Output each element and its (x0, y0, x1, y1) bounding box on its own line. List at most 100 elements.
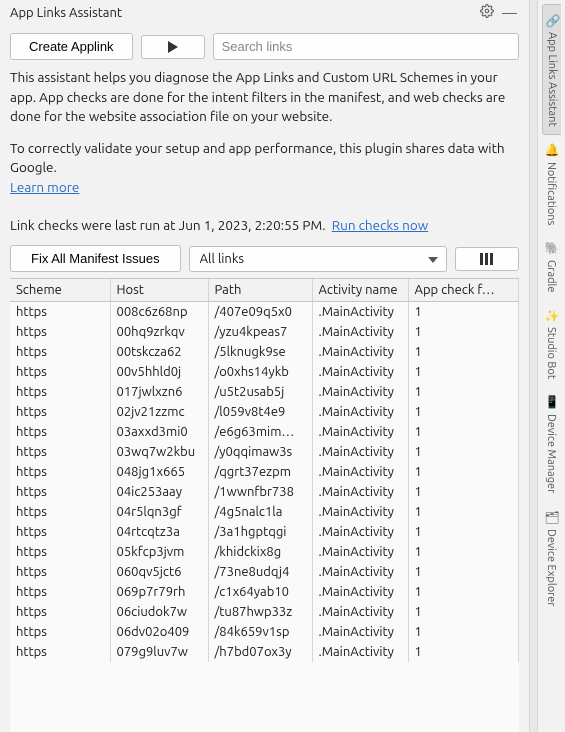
cell-host: 03wq7w2kbu (110, 442, 208, 462)
cell-path: /c1x64yab10 (208, 582, 312, 602)
table-row[interactable]: https00hq9zrkqv/yzu4kpeas7.MainActivity1 (10, 322, 519, 342)
run-button[interactable] (141, 35, 205, 59)
cell-appcheck: 1 (408, 562, 519, 582)
cell-scheme: https (10, 422, 110, 442)
table-row[interactable]: https00tskcza62/5lknugk9se.MainActivity1 (10, 342, 519, 362)
search-input[interactable] (213, 33, 519, 60)
rail-label: Device Manager (545, 414, 557, 493)
fix-manifest-button[interactable]: Fix All Manifest Issues (10, 245, 181, 272)
cell-path: /84k659v1sp (208, 622, 312, 642)
rail-tab-studio-bot[interactable]: ✨Studio Bot (542, 301, 560, 388)
cell-path: /4g5nalc1la (208, 502, 312, 522)
links-filter-dropdown[interactable]: All links (189, 246, 447, 272)
rail-tab-device-explorer[interactable]: 🗂 Device Explorer (542, 501, 560, 614)
cell-path: /tu87hwp33z (208, 602, 312, 622)
table-row[interactable]: https00v5hhld0j/o0xhs14ykb.MainActivity1 (10, 362, 519, 382)
run-status-prefix: Link checks were last run at (10, 217, 179, 233)
cell-appcheck: 1 (408, 642, 519, 662)
rail-icon: 🔔 (544, 143, 558, 158)
table-row[interactable]: https017jwlxzn6/u5t2usab5j.MainActivity1 (10, 382, 519, 402)
cell-activity: .MainActivity (312, 322, 408, 342)
cell-activity: .MainActivity (312, 502, 408, 522)
cell-host: 06dv02o409 (110, 622, 208, 642)
col-host[interactable]: Host (110, 279, 208, 302)
table-row[interactable]: https008c6z68np/407e09q5x0.MainActivity1 (10, 302, 519, 323)
table-row[interactable]: https02jv21zzmc/l059v8t4e9.MainActivity1 (10, 402, 519, 422)
cell-path: /h7bd07ox3y (208, 642, 312, 662)
table-row[interactable]: https05kfcp3jvm/khidckix8g.MainActivity1 (10, 542, 519, 562)
cell-activity: .MainActivity (312, 422, 408, 442)
rail-tab-app-links-assistant[interactable]: 🔗 App Links Assistant (542, 4, 561, 135)
cell-scheme: https (10, 302, 110, 323)
table-row[interactable]: https060qv5jct6/73ne8udqj4.MainActivity1 (10, 562, 519, 582)
run-status-time: Jun 1, 2023, 2:20:55 PM. (179, 217, 326, 233)
cell-path: /yzu4kpeas7 (208, 322, 312, 342)
rail-tab-device-manager[interactable]: 📱Device Manager (542, 387, 560, 501)
cell-host: 079g9luv7w (110, 642, 208, 662)
cell-host: 00v5hhld0j (110, 362, 208, 382)
cell-host: 04rtcqtz3a (110, 522, 208, 542)
columns-button[interactable] (455, 247, 519, 271)
cell-path: /qgrt37ezpm (208, 462, 312, 482)
cell-scheme: https (10, 642, 110, 662)
rail-label: App Links Assistant (546, 32, 558, 127)
table-row[interactable]: https048jg1x665/qgrt37ezpm.MainActivity1 (10, 462, 519, 482)
cell-host: 00hq9zrkqv (110, 322, 208, 342)
rail-icon: 🗂 (544, 509, 558, 524)
cell-scheme: https (10, 462, 110, 482)
cell-path: /l059v8t4e9 (208, 402, 312, 422)
cell-host: 06ciudok7w (110, 602, 208, 622)
table-row[interactable]: https079g9luv7w/h7bd07ox3y.MainActivity1 (10, 642, 519, 662)
description-block: This assistant helps you diagnose the Ap… (0, 68, 529, 217)
gear-icon[interactable] (480, 4, 494, 21)
table-row[interactable]: https03axxd3mi0/e6g63mim….MainActivity1 (10, 422, 519, 442)
run-checks-now-link[interactable]: Run checks now (332, 217, 428, 233)
cell-activity: .MainActivity (312, 462, 408, 482)
cell-appcheck: 1 (408, 542, 519, 562)
table-row[interactable]: https06ciudok7w/tu87hwp33z.MainActivity1 (10, 602, 519, 622)
cell-appcheck: 1 (408, 382, 519, 402)
table-row[interactable]: https069p7r79rh/c1x64yab10.MainActivity1 (10, 582, 519, 602)
cell-appcheck: 1 (408, 582, 519, 602)
cell-host: 04ic253aay (110, 482, 208, 502)
rail-icon: ✨ (544, 309, 558, 324)
cell-host: 008c6z68np (110, 302, 208, 323)
create-applink-button[interactable]: Create Applink (10, 33, 133, 60)
rail-tab-gradle[interactable]: 🐘Gradle (542, 233, 560, 300)
table-row[interactable]: https03wq7w2kbu/y0qqimaw3s.MainActivity1 (10, 442, 519, 462)
table-row[interactable]: https04ic253aay/1wwnfbr738.MainActivity1 (10, 482, 519, 502)
col-appcheck[interactable]: App check f… (408, 279, 519, 302)
cell-scheme: https (10, 482, 110, 502)
cell-scheme: https (10, 522, 110, 542)
cell-path: /e6g63mim… (208, 422, 312, 442)
filter-row: Fix All Manifest Issues All links (0, 241, 529, 278)
cell-path: /73ne8udqj4 (208, 562, 312, 582)
rail-icon: 🔗 (545, 13, 559, 28)
minimize-icon[interactable]: — (498, 4, 521, 21)
scrollbar[interactable] (529, 0, 537, 732)
cell-host: 05kfcp3jvm (110, 542, 208, 562)
right-tool-rail: 🔗 App Links Assistant 🔔Notifications🐘Gradl… (537, 0, 565, 732)
cell-appcheck: 1 (408, 502, 519, 522)
cell-host: 017jwlxzn6 (110, 382, 208, 402)
rail-label: Device Explorer (545, 529, 557, 607)
cell-activity: .MainActivity (312, 542, 408, 562)
cell-path: /khidckix8g (208, 542, 312, 562)
cell-host: 048jg1x665 (110, 462, 208, 482)
table-row[interactable]: https04rtcqtz3a/3a1hgptqgi.MainActivity1 (10, 522, 519, 542)
learn-more-link[interactable]: Learn more (10, 179, 79, 195)
rail-tab-notifications[interactable]: 🔔Notifications (542, 135, 560, 233)
cell-activity: .MainActivity (312, 562, 408, 582)
table-row[interactable]: https06dv02o409/84k659v1sp.MainActivity1 (10, 622, 519, 642)
col-activity[interactable]: Activity name (312, 279, 408, 302)
panel-title: App Links Assistant (10, 6, 476, 20)
cell-appcheck: 1 (408, 302, 519, 323)
table-row[interactable]: https04r5lqn3gf/4g5nalc1la.MainActivity1 (10, 502, 519, 522)
col-scheme[interactable]: Scheme (10, 279, 110, 302)
cell-path: /407e09q5x0 (208, 302, 312, 323)
cell-scheme: https (10, 622, 110, 642)
cell-path: /u5t2usab5j (208, 382, 312, 402)
panel-header: App Links Assistant — (0, 0, 529, 25)
col-path[interactable]: Path (208, 279, 312, 302)
cell-activity: .MainActivity (312, 642, 408, 662)
